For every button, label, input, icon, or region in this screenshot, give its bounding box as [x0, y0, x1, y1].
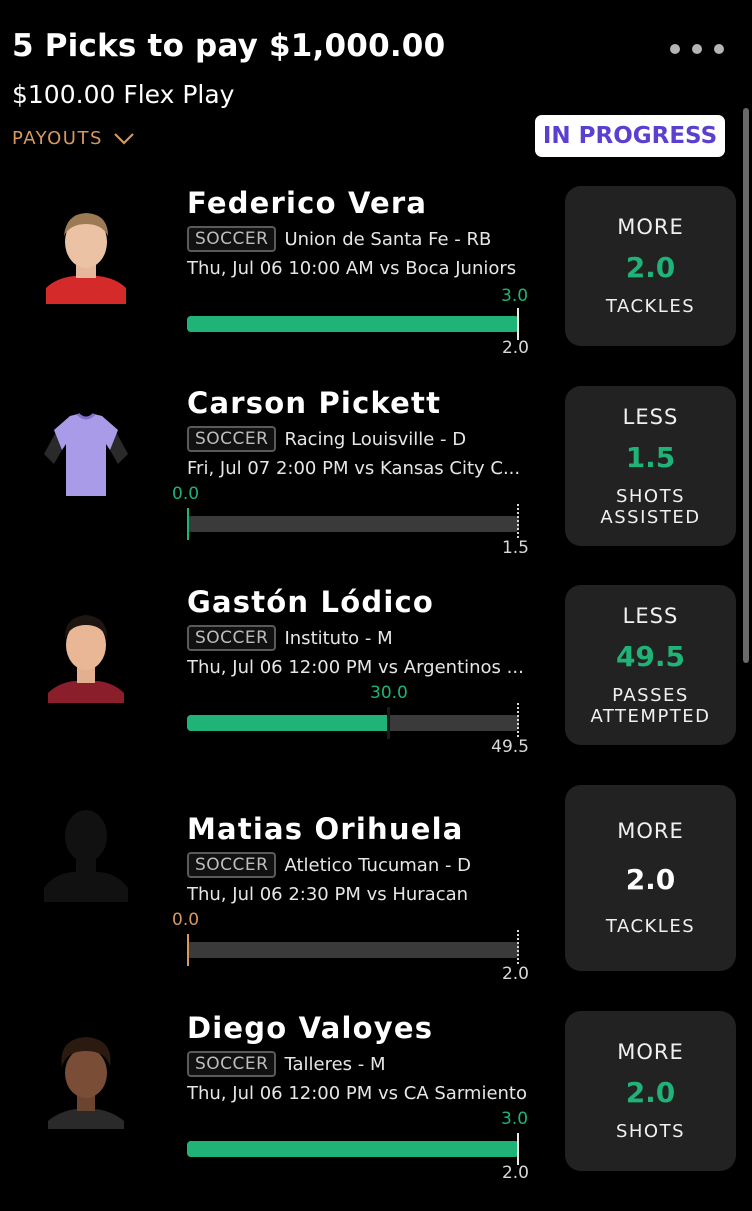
- player-name: Federico Vera: [187, 186, 428, 220]
- stat-type: PASSES ATTEMPTED: [590, 684, 711, 727]
- game-info: Thu, Jul 06 2:30 PM vs Huracan: [187, 884, 469, 905]
- pick-card[interactable]: MORE 2.0 SHOTS: [565, 1011, 736, 1171]
- progress-fill: [187, 715, 389, 731]
- status-badge: IN PROGRESS: [535, 115, 725, 157]
- pick-card[interactable]: LESS 49.5 PASSES ATTEMPTED: [565, 585, 736, 745]
- stat-type: TACKLES: [605, 296, 696, 317]
- progress-fill: [187, 1141, 519, 1157]
- pick-direction: MORE: [617, 215, 684, 239]
- pick-card[interactable]: MORE 2.0 TACKLES: [565, 785, 736, 971]
- current-marker: [517, 308, 519, 340]
- silhouette-icon: [44, 810, 128, 902]
- current-marker: [187, 508, 189, 540]
- sport-tag: SOCCER: [187, 426, 277, 452]
- player-avatar: [48, 615, 124, 703]
- pick-direction: LESS: [622, 404, 679, 429]
- stat-type: SHOTS ASSISTED: [600, 485, 701, 528]
- player-avatar: [48, 1037, 124, 1129]
- progress-track: [187, 942, 519, 958]
- team-position: Union de Santa Fe - RB: [284, 228, 492, 250]
- pick-card[interactable]: LESS 1.5 SHOTS ASSISTED: [565, 386, 736, 546]
- player-name: Carson Pickett: [187, 386, 442, 420]
- progress-track: [187, 516, 519, 532]
- chevron-down-icon: [114, 132, 134, 145]
- current-marker: [517, 1133, 519, 1165]
- game-info: Thu, Jul 06 12:00 PM vs Argentinos ...: [187, 657, 524, 678]
- progress-fill: [187, 316, 519, 332]
- player-avatar: [46, 213, 126, 304]
- pick-line-value: 2.0: [625, 251, 676, 284]
- team-position: Atletico Tucuman - D: [284, 854, 472, 876]
- pick-line-value: 2.0: [625, 863, 676, 896]
- progress-track: [187, 1141, 519, 1157]
- progress-track: [187, 316, 519, 332]
- jersey-icon: [44, 412, 128, 496]
- current-value: 3.0: [501, 1109, 529, 1129]
- current-value: 0.0: [172, 484, 200, 504]
- page-title: 5 Picks to pay $1,000.00: [12, 28, 446, 64]
- payouts-toggle[interactable]: PAYOUTS: [12, 128, 135, 149]
- pick-line-value: 49.5: [615, 639, 686, 673]
- dot-icon: [714, 44, 724, 54]
- progress-track: [187, 715, 519, 731]
- current-value: 30.0: [370, 683, 408, 703]
- player-name: Gastón Lódico: [187, 585, 434, 619]
- sport-tag: SOCCER: [187, 625, 277, 651]
- more-options-button[interactable]: [670, 44, 724, 54]
- dot-icon: [670, 44, 680, 54]
- team-position: Instituto - M: [284, 627, 393, 649]
- pick-direction: MORE: [617, 819, 684, 843]
- sport-tag: SOCCER: [187, 226, 277, 252]
- dot-icon: [692, 44, 702, 54]
- line-value: 1.5: [501, 538, 529, 558]
- pick-card[interactable]: MORE 2.0 TACKLES: [565, 186, 736, 346]
- line-value: 49.5: [491, 737, 529, 757]
- team-position: Talleres - M: [284, 1053, 386, 1075]
- stat-type: SHOTS: [615, 1121, 686, 1142]
- current-value: 3.0: [501, 286, 529, 306]
- stat-type: TACKLES: [605, 916, 696, 937]
- line-marker: [517, 930, 521, 964]
- sport-tag: SOCCER: [187, 1051, 277, 1077]
- player-name: Diego Valoyes: [187, 1011, 434, 1045]
- line-value: 2.0: [501, 964, 529, 984]
- line-value: 2.0: [501, 338, 529, 358]
- pick-line-value: 2.0: [625, 1076, 676, 1109]
- payouts-label: PAYOUTS: [12, 128, 103, 149]
- line-marker: [517, 703, 521, 737]
- game-info: Thu, Jul 06 12:00 PM vs CA Sarmiento: [187, 1083, 527, 1104]
- pick-direction: MORE: [617, 1040, 684, 1064]
- team-position: Racing Louisville - D: [284, 428, 467, 450]
- sport-tag: SOCCER: [187, 852, 277, 878]
- line-value: 2.0: [501, 1163, 529, 1183]
- game-info: Thu, Jul 06 10:00 AM vs Boca Juniors: [187, 258, 517, 279]
- play-subtitle: $100.00 Flex Play: [12, 80, 235, 109]
- player-name: Matias Orihuela: [187, 812, 464, 846]
- current-marker: [387, 707, 390, 739]
- game-info: Fri, Jul 07 2:00 PM vs Kansas City C...: [187, 458, 521, 479]
- line-marker: [517, 504, 521, 538]
- pick-direction: LESS: [622, 603, 679, 628]
- current-value: 0.0: [172, 910, 200, 930]
- current-marker: [187, 934, 189, 966]
- pick-line-value: 1.5: [625, 440, 676, 474]
